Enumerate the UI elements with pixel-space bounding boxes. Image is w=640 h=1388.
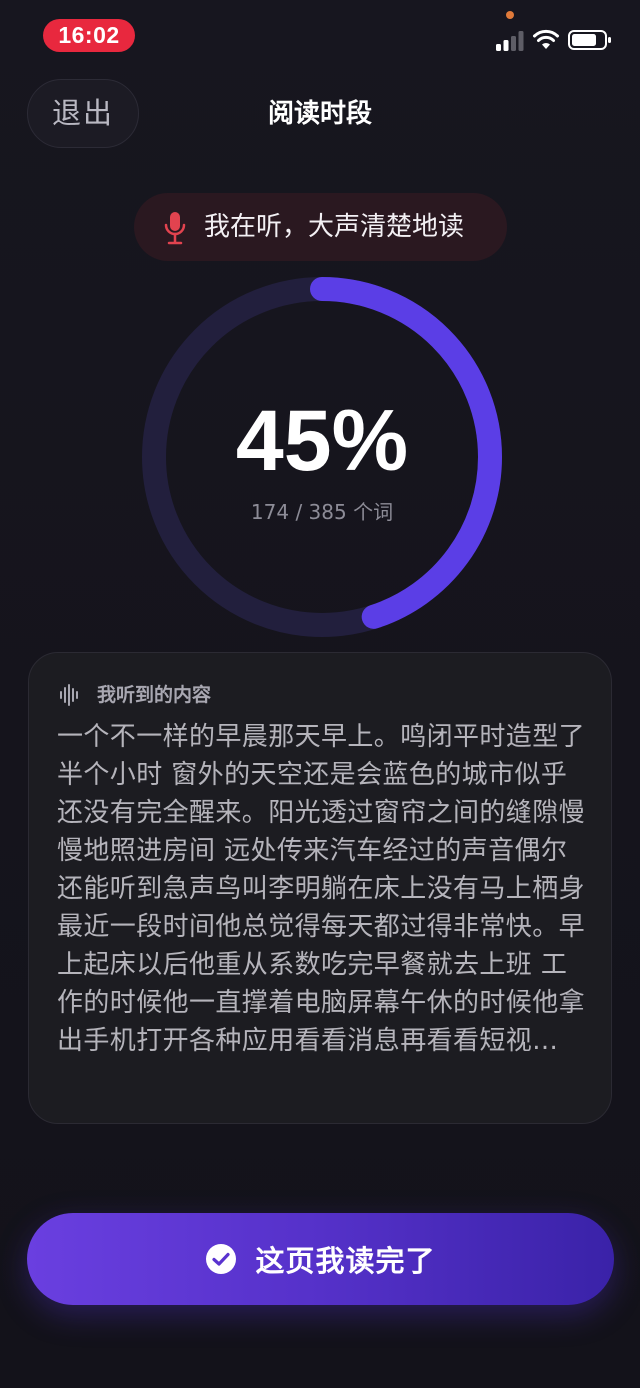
listening-text: 我在听，大声清楚地读 [204, 212, 465, 242]
privacy-indicator-dot [506, 11, 514, 19]
transcript-card: 我听到的内容 一个不一样的早晨那天早上。鸣闭平时造型了半个小时 窗外的天空还是会… [28, 652, 612, 1124]
reading-progress-ring: 45% 174 / 385 个词 [140, 275, 504, 639]
page-title: 阅读时段 [267, 99, 372, 129]
finish-page-button[interactable]: 这页我读完了 [27, 1213, 614, 1305]
microphone-icon [164, 212, 186, 245]
cellular-signal-icon [496, 31, 524, 51]
finish-page-button-content: 这页我读完了 [27, 1213, 614, 1305]
battery-icon [568, 30, 611, 50]
progress-percent: 45% [235, 393, 409, 489]
wifi-icon [533, 29, 559, 49]
status-bar: 16:02 [0, 0, 640, 70]
listening-status-pill: 我在听，大声清楚地读 [134, 193, 507, 261]
transcript-text: 一个不一样的早晨那天早上。鸣闭平时造型了半个小时 窗外的天空还是会蓝色的城市似乎… [57, 722, 586, 1056]
check-circle-icon [206, 1244, 237, 1274]
transcript-heading: 我听到的内容 [97, 684, 212, 706]
word-count: 174 / 385 个词 [250, 500, 394, 524]
status-time: 16:02 [43, 19, 135, 52]
exit-button[interactable]: 退出 [27, 79, 139, 148]
waveform-icon [60, 684, 78, 706]
finish-page-label: 这页我读完了 [255, 1244, 436, 1278]
